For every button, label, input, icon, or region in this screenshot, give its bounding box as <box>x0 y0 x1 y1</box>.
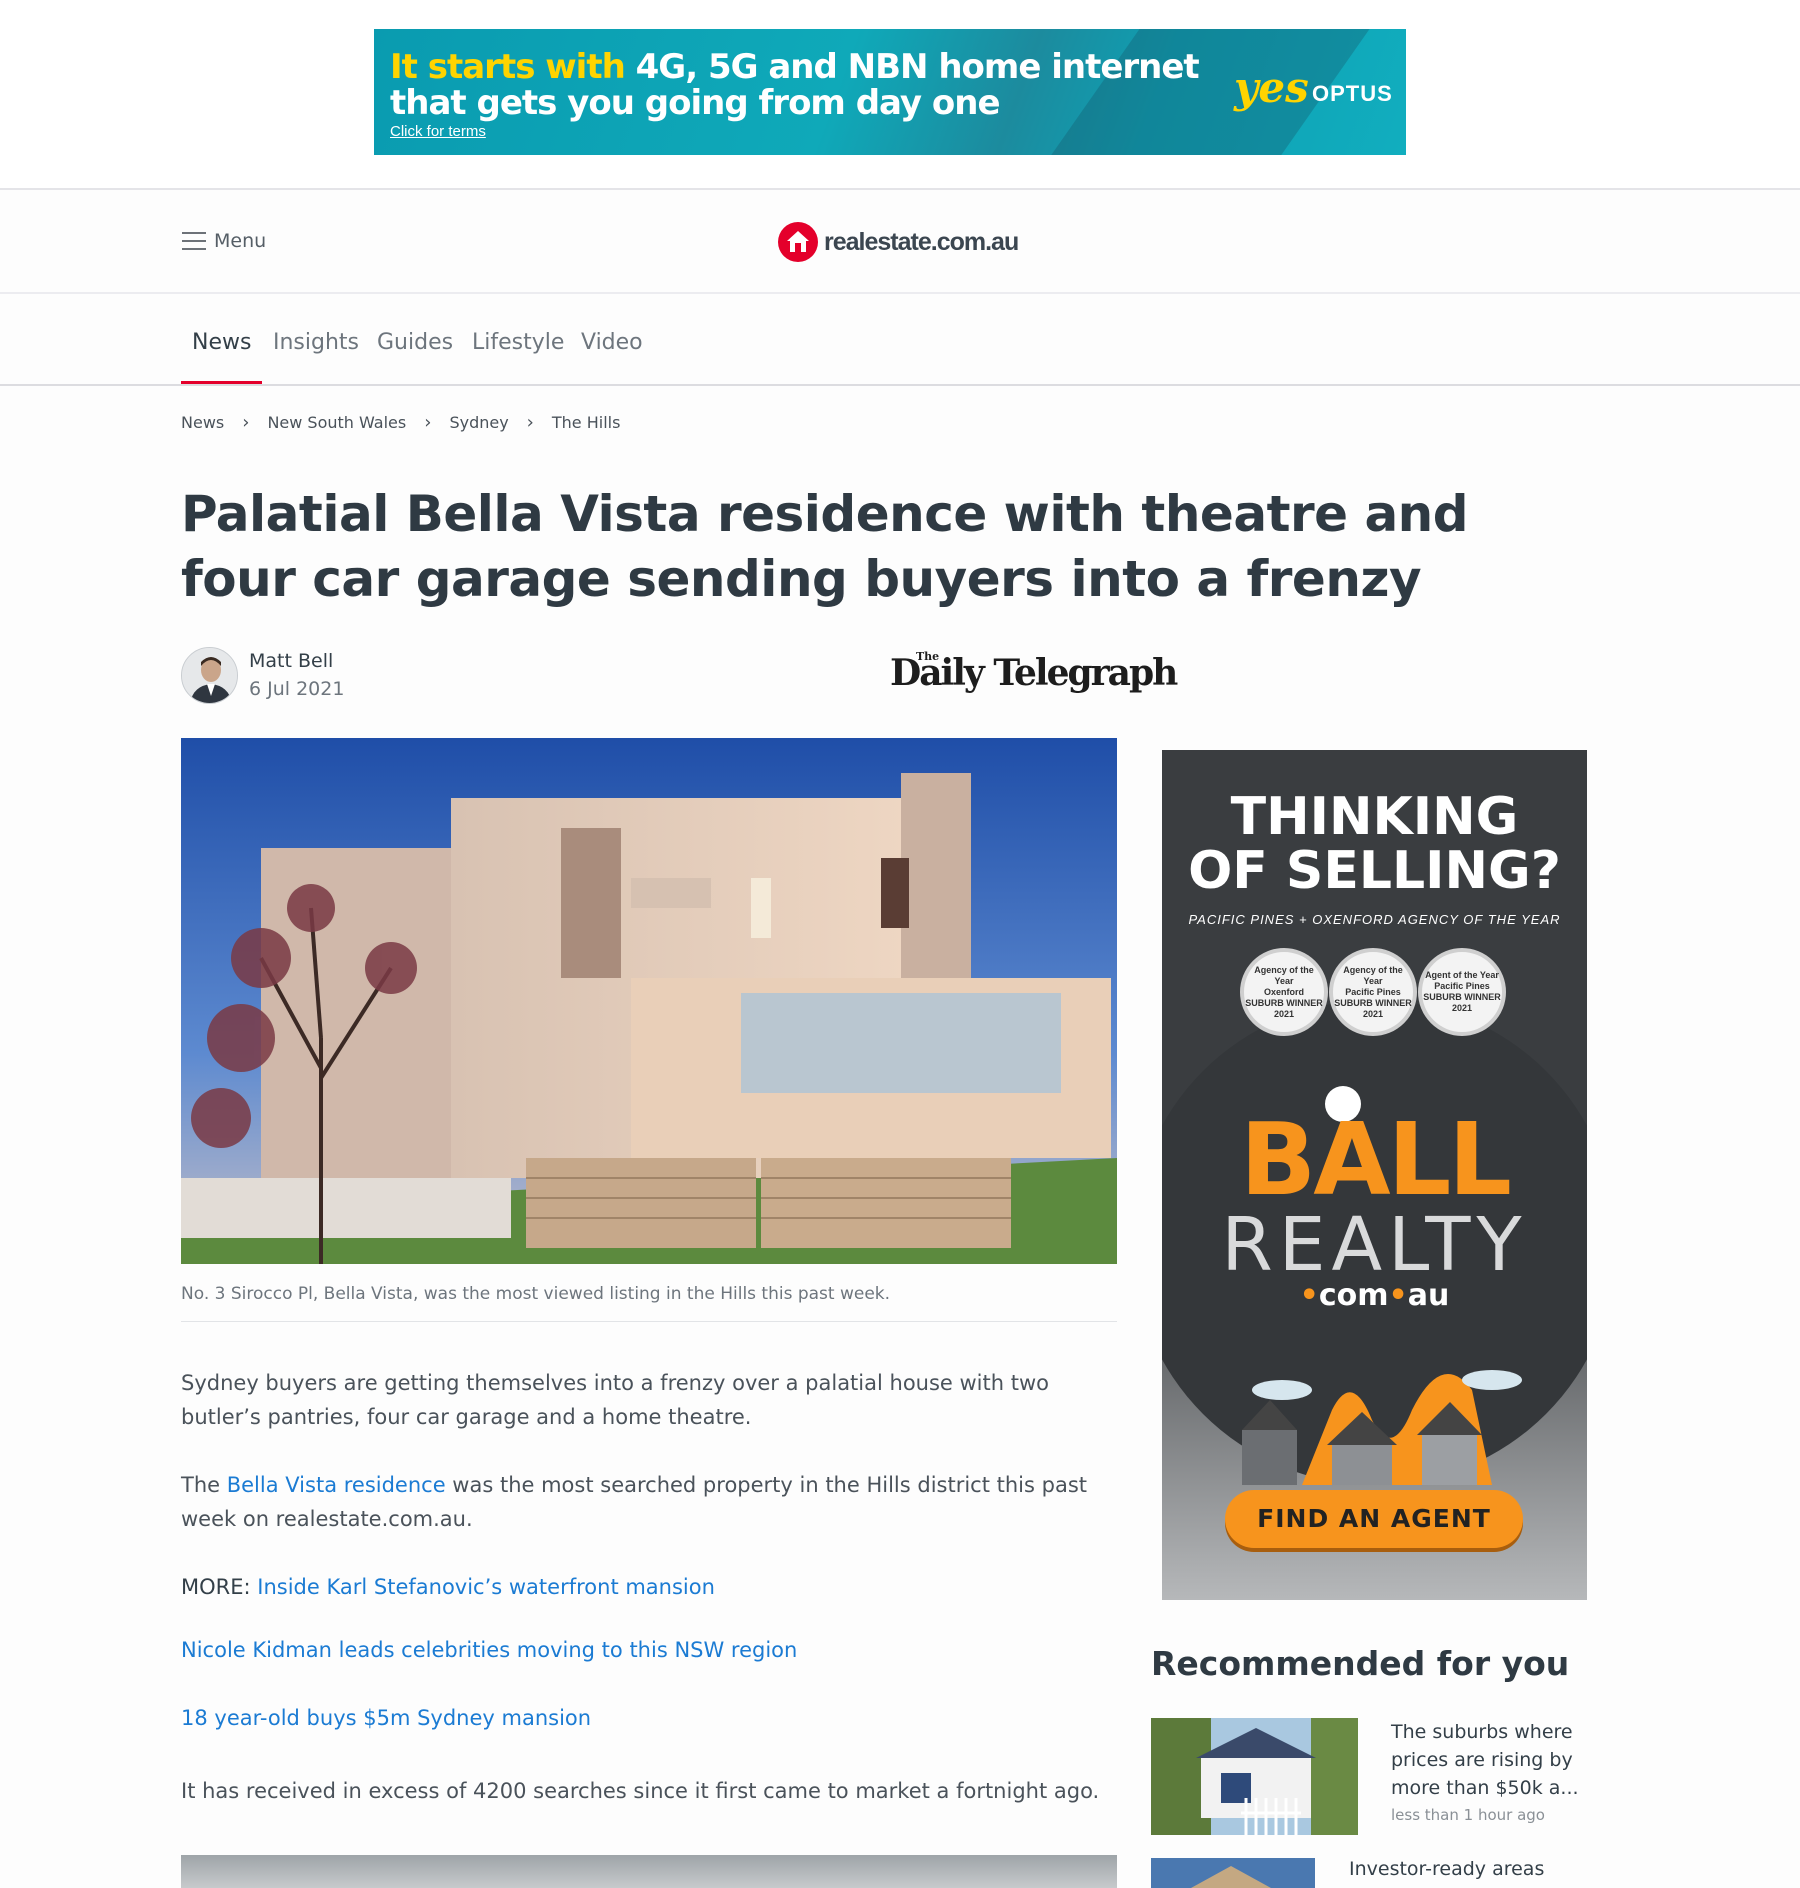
ad-headline-line1: It starts with 4G, 5G and NBN home inter… <box>390 47 1200 87</box>
breadcrumb-news[interactable]: News <box>181 413 224 432</box>
breadcrumb-the-hills[interactable]: The Hills <box>552 413 621 432</box>
tab-insights[interactable]: Insights <box>273 330 359 355</box>
article-paragraph-2: The Bella Vista residence was the most s… <box>181 1468 1117 1536</box>
hero-image[interactable] <box>181 738 1117 1264</box>
find-an-agent-button[interactable]: FIND AN AGENT <box>1225 1490 1523 1548</box>
chevron-right-icon: › <box>526 412 534 433</box>
ad-headline-line1: THINKING <box>1230 787 1519 847</box>
houses-illustration <box>1242 1370 1522 1485</box>
badge-year: 2021 <box>1451 1003 1473 1013</box>
ad-subheading: PACIFIC PINES + OXENFORD AGENCY OF THE Y… <box>1188 912 1561 927</box>
ad-brand-realty: REALTY <box>1221 1202 1528 1288</box>
publish-date: 6 Jul 2021 <box>249 678 345 700</box>
article-image-2[interactable] <box>181 1855 1117 1888</box>
ad-yes-logo: yes <box>1234 63 1309 112</box>
article-headline: Palatial Bella Vista residence with thea… <box>181 485 1469 608</box>
ad-brand-logo: OPTUS <box>1312 81 1393 106</box>
nicole-kidman-link[interactable]: Nicole Kidman leads celebrities moving t… <box>181 1638 797 1662</box>
badge-title: Agency of the Year <box>1254 964 1314 986</box>
chevron-right-icon: › <box>424 412 432 433</box>
badge-note: SUBURB WINNER <box>1334 997 1412 1008</box>
sydney-mansion-link[interactable]: 18 year-old buys $5m Sydney mansion <box>181 1706 591 1730</box>
house-icon <box>778 222 818 262</box>
hero-caption: No. 3 Sirocco Pl, Bella Vista, was the m… <box>181 1284 891 1304</box>
ad-headline-line2: that gets you going from day one <box>390 83 1001 123</box>
top-ad-region: It starts with 4G, 5G and NBN home inter… <box>0 0 1800 190</box>
tab-video[interactable]: Video <box>581 330 643 355</box>
ad-headline-line2: OF SELLING? <box>1188 841 1561 901</box>
recommended-thumbnail[interactable] <box>1151 1858 1315 1888</box>
author-avatar[interactable] <box>181 647 238 704</box>
award-badge: Agency of the Year Pacific Pines SUBURB … <box>1329 948 1417 1036</box>
paragraph-text: The <box>181 1473 227 1497</box>
logo-text: realestate.com.au <box>824 227 1019 256</box>
badge-year: 2021 <box>1362 1008 1384 1019</box>
more-line: MORE: Inside Karl Stefanovic’s waterfron… <box>181 1570 1117 1604</box>
article-paragraph-3: It has received in excess of 4200 search… <box>181 1779 1100 1803</box>
article-paragraph-1: Sydney buyers are getting themselves int… <box>181 1371 1049 1429</box>
ad-highlight-text: It starts with <box>390 47 626 87</box>
domain-com: com <box>1318 1278 1389 1313</box>
recommended-item-title[interactable]: Investor-ready areas <box>1349 1858 1544 1880</box>
divider <box>181 1321 1117 1322</box>
menu-button[interactable]: Menu <box>182 230 266 252</box>
award-badge: Agent of the Year Pacific Pines SUBURB W… <box>1418 948 1506 1036</box>
menu-label: Menu <box>214 230 267 252</box>
badge-place: Pacific Pines <box>1434 981 1490 991</box>
publisher-prefix: The <box>916 650 940 663</box>
author-name[interactable]: Matt Bell <box>249 650 333 672</box>
hamburger-icon <box>182 232 206 250</box>
award-badge: Agency of the Year Oxenford SUBURB WINNE… <box>1240 948 1328 1036</box>
recommended-item-time: less than 1 hour ago <box>1391 1806 1545 1824</box>
section-nav: News Insights Guides Lifestyle Video <box>0 296 1800 386</box>
more-label: MORE: <box>181 1575 258 1599</box>
domain-dot: • <box>1299 1278 1319 1313</box>
domain-dot: • <box>1388 1278 1408 1313</box>
breadcrumb-sydney[interactable]: Sydney <box>449 413 508 432</box>
badge-note: SUBURB WINNER <box>1245 997 1323 1008</box>
recommended-item-title[interactable]: The suburbs where prices are rising by m… <box>1391 1718 1581 1802</box>
badge-title: Agent of the Year <box>1425 970 1499 980</box>
badge-place: Pacific Pines <box>1345 986 1401 997</box>
chevron-right-icon: › <box>242 412 250 433</box>
ball-realty-ad[interactable]: THINKING OF SELLING? PACIFIC PINES + OXEN… <box>1162 750 1587 1600</box>
tab-lifestyle[interactable]: Lifestyle <box>472 330 564 355</box>
badge-note: SUBURB WINNER <box>1423 992 1501 1002</box>
breadcrumb: News › New South Wales › Sydney › The Hi… <box>181 412 620 433</box>
publisher-logo: The Daily Telegraph <box>890 650 1178 694</box>
ad-terms-link[interactable]: Click for terms <box>390 123 486 140</box>
badge-year: 2021 <box>1273 1008 1295 1019</box>
badge-place: Oxenford <box>1263 986 1304 997</box>
bella-vista-residence-link[interactable]: Bella Vista residence <box>227 1473 446 1497</box>
recommended-thumbnail[interactable] <box>1151 1718 1358 1835</box>
breadcrumb-nsw[interactable]: New South Wales <box>267 413 406 432</box>
site-logo[interactable]: realestate.com.au <box>778 222 1019 262</box>
recommended-heading: Recommended for you <box>1151 1644 1570 1683</box>
ad-line1-text: 4G, 5G and NBN home internet <box>635 47 1200 87</box>
ad-headline: THINKING OF SELLING? <box>1162 790 1587 898</box>
active-tab-indicator <box>181 381 262 384</box>
ad-brand-ball: BALL <box>1239 1101 1512 1218</box>
domain-au: au <box>1407 1278 1450 1313</box>
tab-news[interactable]: News <box>192 330 251 355</box>
badge-title: Agency of the Year <box>1343 964 1403 986</box>
ad-brand-domain: •com•au <box>1162 1278 1587 1313</box>
site-header: Menu realestate.com.au <box>0 192 1800 294</box>
optus-banner-ad[interactable]: It starts with 4G, 5G and NBN home inter… <box>374 29 1406 155</box>
tab-guides[interactable]: Guides <box>377 330 453 355</box>
karl-stefanovic-link[interactable]: Inside Karl Stefanovic’s waterfront mans… <box>257 1575 715 1599</box>
